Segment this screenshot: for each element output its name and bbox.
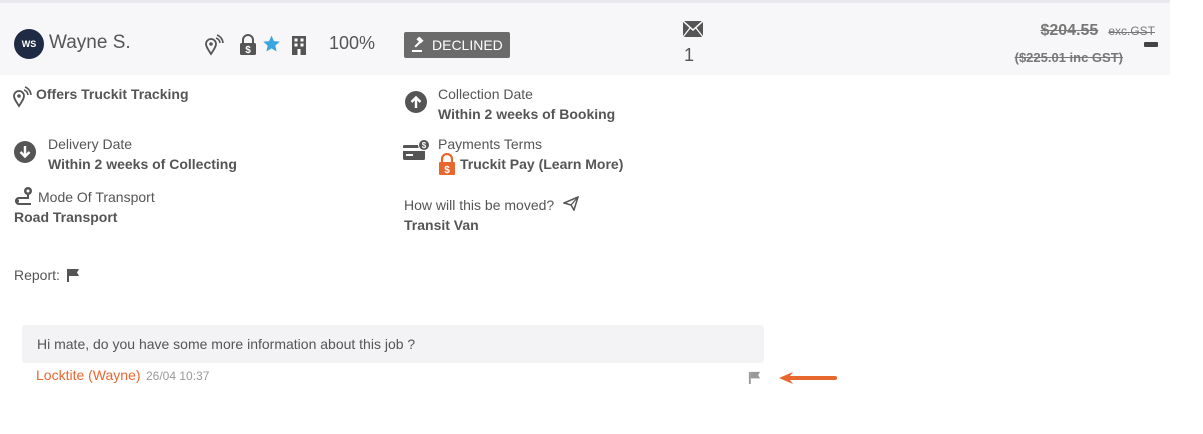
status-badge: DECLINED: [404, 32, 510, 58]
flag-icon[interactable]: [66, 268, 80, 282]
transport-mode-value: Road Transport: [14, 209, 118, 225]
tracking-icon: [205, 34, 224, 56]
envelope-icon[interactable]: [683, 21, 703, 37]
chat-message: Hi mate, do you have some more informati…: [22, 325, 764, 363]
delivery-date-value: Within 2 weeks of Collecting: [48, 156, 237, 172]
tracking-offer: Offers Truckit Tracking: [36, 86, 189, 102]
lock-dollar-icon: $: [240, 34, 256, 56]
svg-text:$: $: [444, 165, 450, 175]
building-icon: [292, 36, 306, 55]
route-icon: [15, 187, 32, 205]
flag-icon[interactable]: [748, 371, 761, 384]
svg-text:$: $: [422, 141, 427, 150]
svg-text:$: $: [245, 45, 251, 56]
price-excl: $204.55 exc.GST: [1040, 22, 1155, 40]
delivery-date-label: Delivery Date: [48, 136, 133, 152]
collection-date-label: Collection Date: [438, 86, 533, 102]
quote-header: [0, 3, 1170, 75]
chat-timestamp: 26/04 10:37: [146, 369, 210, 383]
avatar[interactable]: WS: [14, 29, 44, 59]
user-name[interactable]: Wayne S.: [49, 32, 131, 54]
paper-plane-icon: [563, 196, 579, 211]
collection-date-value: Within 2 weeks of Booking: [438, 106, 616, 122]
star-icon: [263, 35, 280, 52]
tracking-icon: [13, 86, 32, 108]
report-label: Report:: [14, 267, 60, 283]
price-excl-suffix: exc.GST: [1108, 24, 1155, 38]
lock-dollar-icon: $: [439, 153, 455, 175]
gavel-icon: [412, 37, 424, 52]
payment-terms-label: Payments Terms: [438, 136, 542, 152]
rating-percent: 100%: [329, 33, 376, 53]
minus-icon[interactable]: [1144, 42, 1158, 47]
moved-by-value: Transit Van: [404, 217, 479, 233]
arrow-up-circle-icon: [405, 91, 427, 113]
transport-mode-label: Mode Of Transport: [38, 189, 155, 205]
chat-author[interactable]: Locktite (Wayne): [36, 367, 141, 383]
payment-terms-link[interactable]: Truckit Pay (Learn More): [460, 156, 623, 172]
chat-message-text: Hi mate, do you have some more informati…: [37, 336, 416, 352]
payment-card-icon: $: [403, 139, 430, 160]
price-incl: ($225.01 inc GST): [1014, 50, 1123, 65]
arrow-left-icon: [779, 372, 837, 384]
moved-by-label: How will this be moved?: [404, 197, 555, 213]
message-count: 1: [684, 45, 695, 65]
status-label: DECLINED: [432, 37, 503, 53]
price-excl-value: $204.55: [1040, 22, 1099, 39]
arrow-down-circle-icon: [14, 141, 36, 163]
